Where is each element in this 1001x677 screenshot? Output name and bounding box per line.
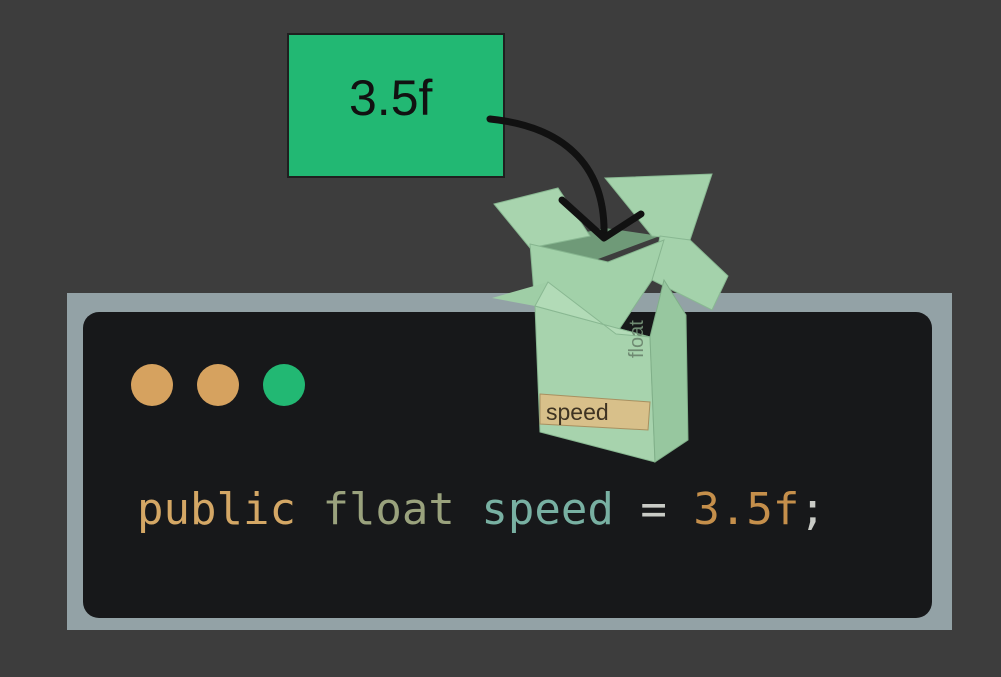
variable-box-illustration: float speed [486,115,729,463]
diagram-canvas: public float speed = 3.5f; 3.5f float sp… [0,0,1001,677]
box-name-tag-label: speed [546,399,609,425]
box-side-label: float [626,320,648,358]
box-icon [492,173,729,463]
